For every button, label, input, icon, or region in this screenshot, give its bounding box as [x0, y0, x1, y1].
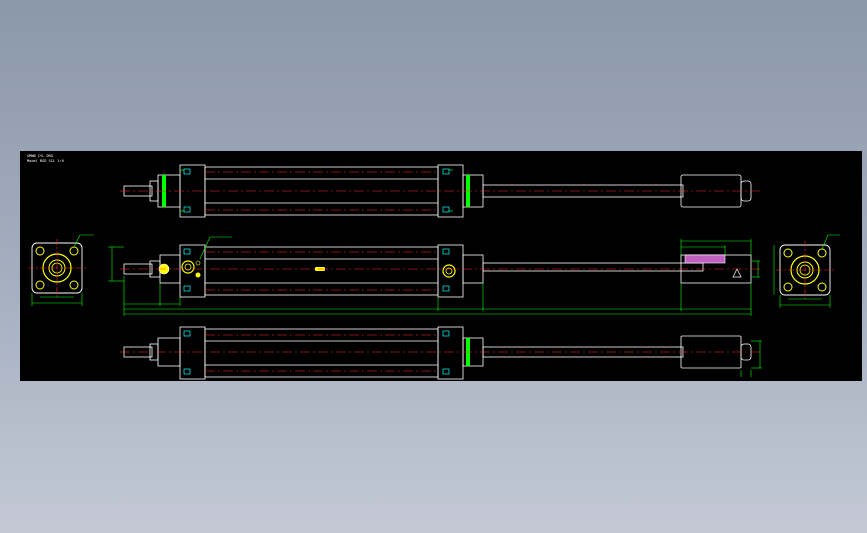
end-cap-bolt-icon — [183, 168, 450, 213]
centerlines-top — [120, 171, 760, 211]
dimension-lines-middle — [108, 239, 760, 316]
triangle-mark — [732, 268, 742, 278]
centerlines-bottom — [120, 334, 760, 372]
rear-end-cap-bottom — [437, 326, 464, 380]
title-block-line-2: Model BSD SCL 1:0 — [27, 159, 64, 163]
cushion-screw-icon — [442, 264, 456, 278]
end-view-right — [773, 234, 840, 308]
port-marker-icon — [195, 272, 201, 278]
piston-rod-mid — [482, 262, 704, 272]
barrel-bottom — [204, 328, 439, 378]
cylinder-middle-view — [123, 244, 752, 298]
rear-end-cap-mid — [437, 244, 464, 298]
title-block-line-1: SMWB CYL DRG — [27, 154, 53, 158]
cad-drawing-panel[interactable]: SMWB CYL DRG Model BSD SCL 1:0 — [20, 151, 862, 381]
clevis-slot — [684, 254, 726, 264]
end-cap-bolt-icon — [183, 330, 450, 375]
end-view-left — [28, 234, 94, 306]
cushion-screw-icon — [181, 260, 195, 274]
cad-drawing: SMWB CYL DRG Model BSD SCL 1:0 — [27, 154, 840, 380]
